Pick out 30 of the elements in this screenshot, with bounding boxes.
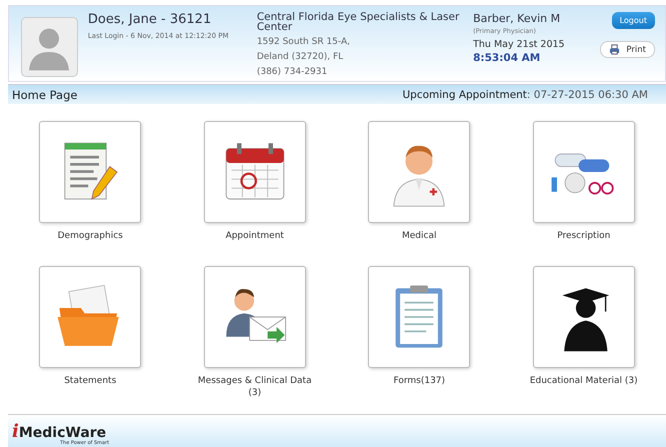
print-button[interactable]: Print (600, 41, 655, 58)
practice-address: 1592 South SR 15-A, (256, 37, 351, 47)
tile-label: Statements (64, 374, 116, 386)
printer-icon (609, 44, 620, 55)
upcoming-appointment: Upcoming Appointment: 07-27-2015 06:30 AM (402, 88, 648, 100)
tile-button[interactable] (204, 121, 306, 223)
tile-button[interactable] (204, 266, 306, 368)
current-date: Thu May 21st 2015 (473, 39, 566, 50)
tile-label: Demographics (58, 230, 123, 242)
practice-city: Deland (32720), FL (256, 52, 344, 62)
physician-name: Barber, Kevin M (473, 12, 562, 25)
page-title: Home Page (12, 88, 78, 102)
logout-button[interactable]: Logout (612, 12, 655, 29)
logo: iMedicWare (12, 420, 106, 442)
tile-label: Appointment (226, 230, 284, 242)
tile-label: Medical (402, 230, 436, 242)
tile-button[interactable] (368, 121, 470, 223)
practice-name: Central Florida Eye Specialists & Laser Center (256, 12, 460, 32)
tile-button[interactable] (532, 121, 635, 223)
tile-label: Forms(137) (393, 374, 446, 386)
tile-label: Prescription (557, 230, 610, 242)
tile-label: Messages & Clinical Data (3) (196, 374, 313, 398)
tile-button[interactable] (368, 266, 470, 368)
tile-button[interactable] (39, 266, 142, 368)
tile-label: Educational Material (3) (530, 374, 638, 386)
patient-name: Does, Jane - 36121 (88, 12, 212, 27)
current-time: 8:53:04 AM (473, 52, 542, 64)
tile-button[interactable] (532, 266, 635, 368)
tile-button[interactable] (39, 121, 142, 223)
practice-phone: (386) 734-2931 (256, 67, 328, 77)
